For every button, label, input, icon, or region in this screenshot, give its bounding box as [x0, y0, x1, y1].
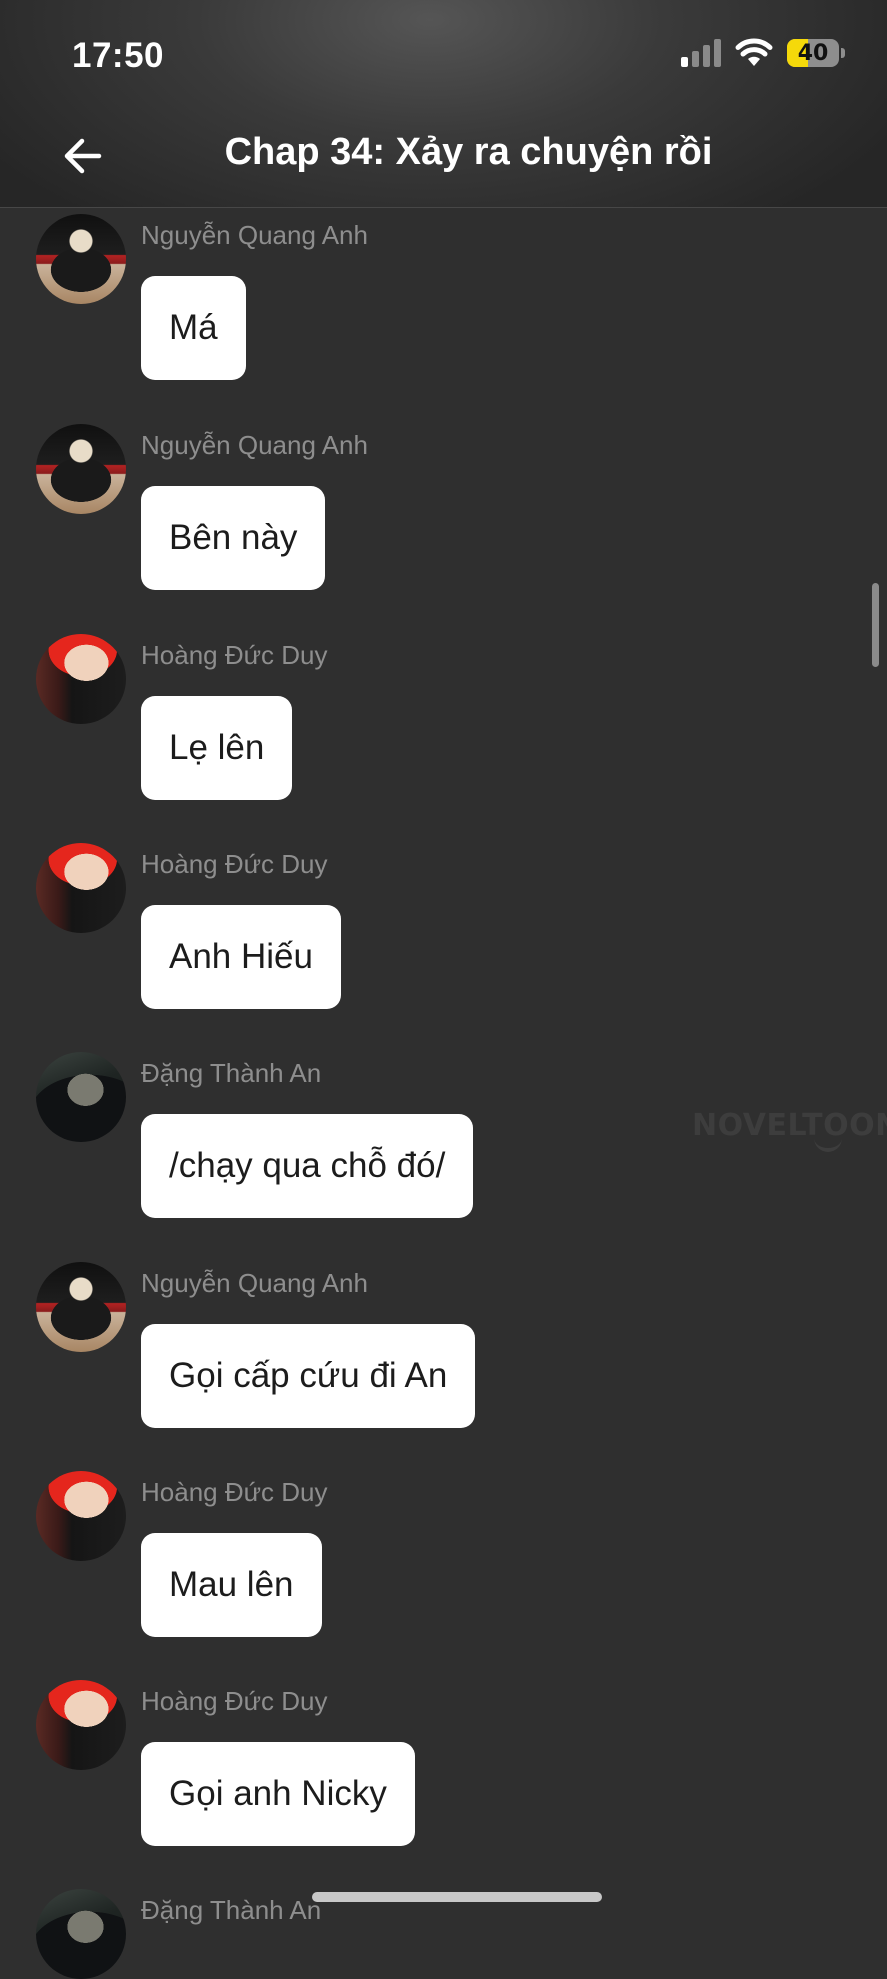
- sender-name: Hoàng Đức Duy: [141, 849, 328, 879]
- sender-avatar[interactable]: [36, 214, 126, 304]
- battery-cap: [841, 48, 845, 58]
- scrollbar[interactable]: [872, 583, 879, 667]
- sender-name: Nguyễn Quang Anh: [141, 1268, 368, 1298]
- sender-name: Hoàng Đức Duy: [141, 640, 328, 670]
- sender-avatar[interactable]: [36, 634, 126, 724]
- noveltoon-watermark: NOVELTOON: [692, 1108, 887, 1143]
- battery-icon: 40: [787, 39, 839, 67]
- message-bubble[interactable]: Bên này: [141, 486, 326, 590]
- sender-avatar[interactable]: [36, 1680, 126, 1770]
- sender-avatar[interactable]: [36, 1052, 126, 1142]
- sender-avatar[interactable]: [36, 1889, 126, 1979]
- message-bubble[interactable]: /chạy qua chỗ đó/: [141, 1114, 474, 1218]
- message-bubble[interactable]: Lẹ lên: [141, 696, 293, 800]
- sender-name: Nguyễn Quang Anh: [141, 220, 368, 250]
- top-bar: 17:50 40 Chap 34: Xảy ra chuyện rồi: [0, 0, 887, 208]
- message-bubble[interactable]: Gọi anh Nicky: [141, 1742, 415, 1846]
- sender-avatar[interactable]: [36, 843, 126, 933]
- sender-name: Đặng Thành An: [141, 1895, 322, 1925]
- message-bubble[interactable]: Má: [141, 276, 246, 380]
- sender-avatar[interactable]: [36, 1262, 126, 1352]
- battery-percent: 40: [797, 40, 829, 66]
- chapter-title: Chap 34: Xảy ra chuyện rồi: [224, 131, 713, 173]
- message-list[interactable]: Nguyễn Quang Anh Má Nguyễn Quang Anh Bên…: [0, 0, 887, 1979]
- back-button[interactable]: [60, 132, 104, 180]
- message-bubble[interactable]: Anh Hiếu: [141, 905, 341, 1009]
- sender-avatar[interactable]: [36, 1471, 126, 1561]
- sender-name: Nguyễn Quang Anh: [141, 430, 368, 460]
- status-time: 17:50: [72, 36, 165, 75]
- wifi-icon: [735, 38, 773, 66]
- home-indicator[interactable]: [312, 1892, 602, 1902]
- sender-name: Hoàng Đức Duy: [141, 1477, 328, 1507]
- arrow-left-icon: [64, 138, 102, 174]
- sender-avatar[interactable]: [36, 424, 126, 514]
- message-bubble[interactable]: Gọi cấp cứu đi An: [141, 1324, 476, 1428]
- message-bubble[interactable]: Mau lên: [141, 1533, 322, 1637]
- watermark-smile-icon: [814, 1136, 842, 1152]
- status-icons: 40: [681, 38, 845, 68]
- signal-icon: [681, 39, 721, 67]
- sender-name: Hoàng Đức Duy: [141, 1686, 328, 1716]
- sender-name: Đặng Thành An: [141, 1058, 322, 1088]
